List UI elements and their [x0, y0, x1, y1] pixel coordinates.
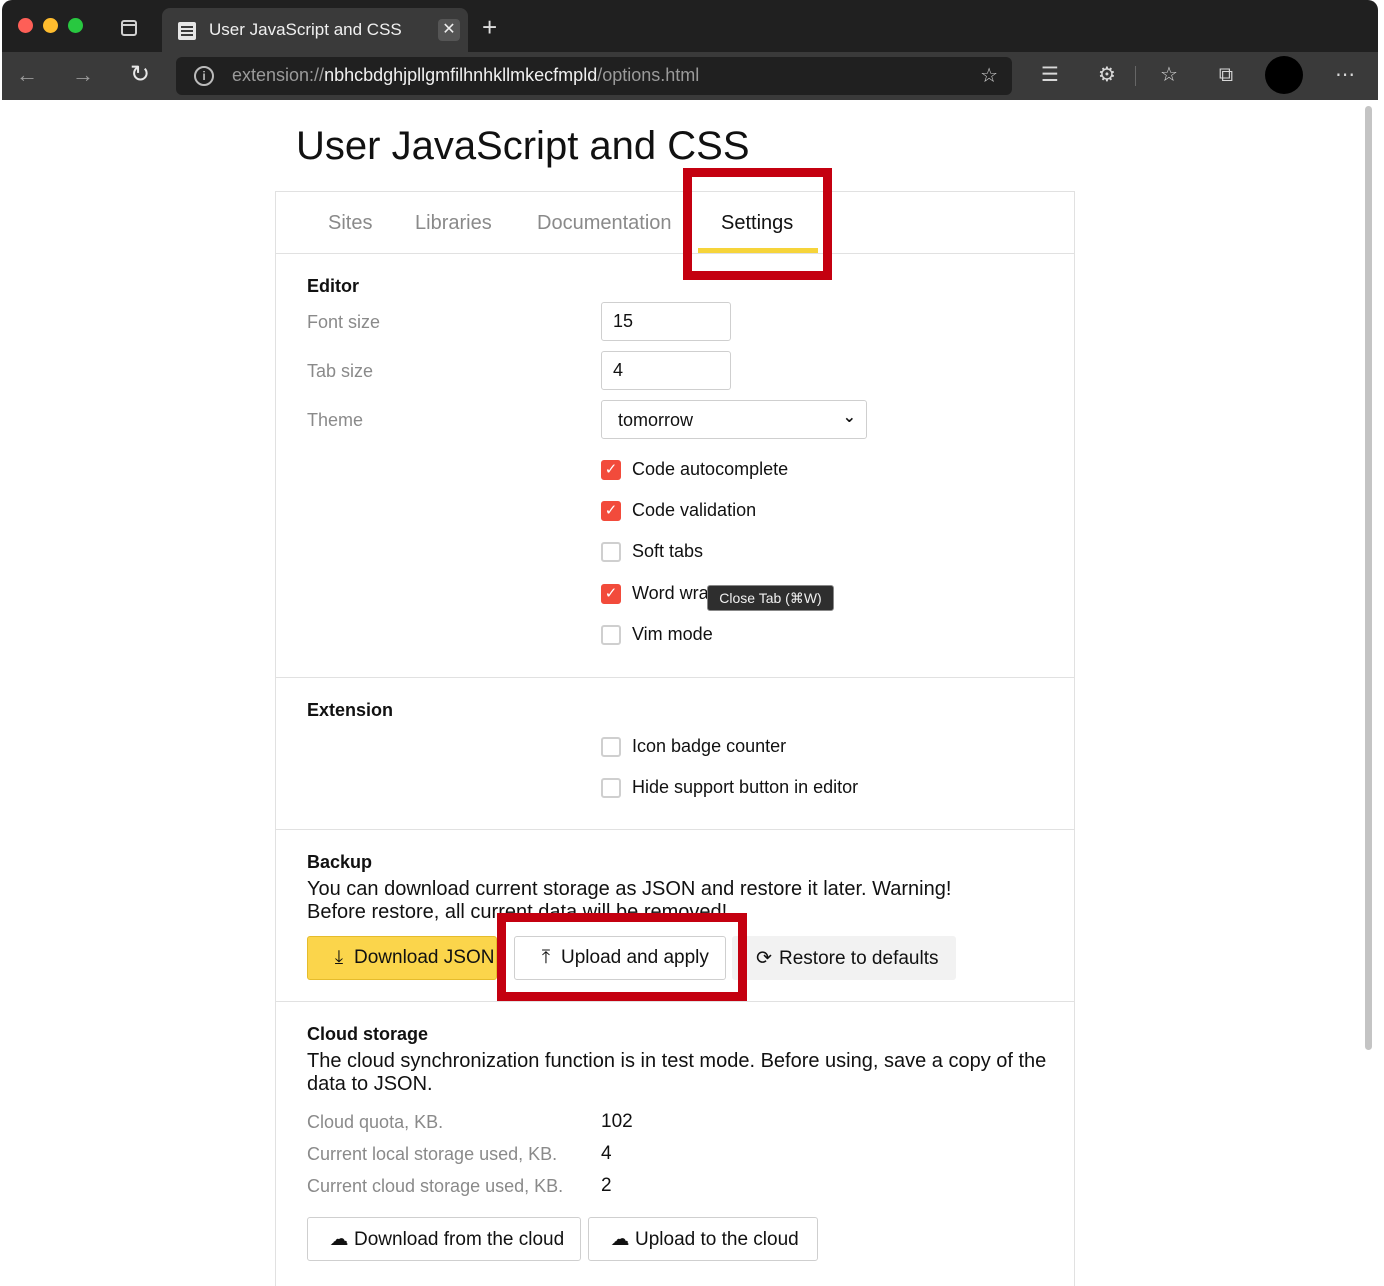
- download-from-cloud-button[interactable]: ☁ Download from the cloud: [307, 1217, 581, 1261]
- vim-mode-checkbox[interactable]: [601, 625, 621, 645]
- minimize-window-button[interactable]: [43, 18, 58, 33]
- favorite-add-icon[interactable]: ☆: [980, 63, 998, 88]
- profile-avatar[interactable]: [1265, 56, 1303, 94]
- info-icon[interactable]: i: [194, 66, 214, 86]
- cloud-description: The cloud synchronization function is in…: [307, 1050, 1047, 1095]
- local-storage-used-label: Current local storage used, KB.: [307, 1144, 558, 1164]
- backup-description-line-1: You can download current storage as JSON…: [307, 878, 952, 900]
- browser-chrome: User JavaScript and CSS ✕ + ← → ↻ i exte…: [2, 0, 1378, 100]
- local-storage-used-value: 4: [601, 1143, 612, 1164]
- browser-toolbar: ← → ↻ i extension://nbhcbdghjpllgmfilhnh…: [2, 52, 1378, 100]
- tab-actions-icon[interactable]: [118, 17, 140, 39]
- tab-size-label: Tab size: [307, 361, 374, 381]
- upload-button-highlight: [497, 913, 747, 1001]
- tab-libraries[interactable]: Libraries: [415, 212, 492, 235]
- more-icon[interactable]: ⋯: [1332, 62, 1358, 88]
- page-title: User JavaScript and CSS: [296, 124, 750, 168]
- soft-tabs-checkbox[interactable]: [601, 542, 621, 562]
- editor-section: Editor Font size 15 Tab size 4 Theme tom…: [276, 254, 1074, 678]
- toolbar-divider: [1135, 66, 1136, 86]
- restore-defaults-button[interactable]: ⟳ Restore to defaults: [732, 936, 956, 980]
- forward-icon[interactable]: →: [68, 60, 98, 90]
- address-bar[interactable]: i extension://nbhcbdghjpllgmfilhnhkllmke…: [176, 57, 1012, 95]
- back-icon[interactable]: ←: [12, 60, 42, 90]
- cloud-quota-value: 102: [601, 1111, 633, 1132]
- close-window-button[interactable]: [18, 18, 33, 33]
- browser-tab[interactable]: User JavaScript and CSS ✕: [162, 8, 468, 52]
- code-autocomplete-checkbox[interactable]: ✓: [601, 460, 621, 480]
- close-tab-tooltip: Close Tab (⌘W): [707, 585, 834, 611]
- soft-tabs-label: Soft tabs: [632, 541, 704, 561]
- tab-sites[interactable]: Sites: [328, 212, 372, 235]
- hide-support-button-checkbox[interactable]: [601, 778, 621, 798]
- scrollbar-thumb[interactable]: [1365, 106, 1372, 1050]
- maximize-window-button[interactable]: [68, 18, 83, 33]
- backup-heading: Backup: [307, 852, 373, 872]
- title-bar: User JavaScript and CSS ✕ +: [2, 0, 1378, 52]
- cloud-quota-label: Cloud quota, KB.: [307, 1112, 444, 1132]
- cloud-upload-icon: ☁: [610, 1229, 630, 1250]
- cloud-storage-heading: Cloud storage: [307, 1024, 429, 1044]
- options-tabs: Sites Libraries Documentation Settings: [276, 192, 1074, 254]
- cloud-storage-used-label: Current cloud storage used, KB.: [307, 1176, 564, 1196]
- extensions-icon[interactable]: ⚙: [1094, 62, 1120, 88]
- code-validation-checkbox[interactable]: ✓: [601, 501, 621, 521]
- hide-support-button-label: Hide support button in editor: [632, 777, 859, 797]
- chevron-down-icon: ⌄: [842, 409, 856, 426]
- vim-mode-label: Vim mode: [632, 624, 713, 644]
- settings-tab-highlight: [683, 168, 832, 280]
- favorites-icon[interactable]: ☆: [1156, 62, 1182, 88]
- icon-badge-counter-label: Icon badge counter: [632, 736, 787, 756]
- font-size-label: Font size: [307, 312, 381, 332]
- theme-select[interactable]: tomorrow ⌄: [601, 400, 867, 439]
- refresh-icon: ⟳: [756, 948, 772, 969]
- download-icon: ⤓: [334, 947, 344, 968]
- tab-documentation[interactable]: Documentation: [537, 212, 672, 235]
- theme-select-value: tomorrow: [618, 410, 694, 430]
- browser-tab-title: User JavaScript and CSS: [209, 20, 402, 39]
- font-size-input[interactable]: 15: [601, 302, 731, 341]
- new-tab-button[interactable]: +: [482, 14, 497, 40]
- code-autocomplete-label: Code autocomplete: [632, 459, 789, 479]
- cloud-storage-section: Cloud storage The cloud synchronization …: [276, 1002, 1074, 1286]
- code-validation-label: Code validation: [632, 500, 757, 520]
- icon-badge-counter-checkbox[interactable]: [601, 737, 621, 757]
- reader-icon[interactable]: ☰: [1037, 62, 1063, 88]
- extension-section: Extension Icon badge counter Hide suppor…: [276, 678, 1074, 830]
- editor-heading: Editor: [307, 276, 359, 296]
- cloud-download-icon: ☁: [329, 1229, 349, 1250]
- theme-label: Theme: [307, 410, 364, 430]
- download-json-button[interactable]: ⤓ Download JSON: [307, 936, 497, 980]
- tab-size-input[interactable]: 4: [601, 351, 731, 390]
- word-wrap-checkbox[interactable]: ✓: [601, 584, 621, 604]
- address-url[interactable]: extension://nbhcbdghjpllgmfilhnhkllmkecf…: [232, 65, 699, 86]
- extension-favicon-icon: [178, 22, 196, 40]
- page-scrollbar[interactable]: [1362, 102, 1376, 1282]
- cloud-storage-used-value: 2: [601, 1175, 612, 1196]
- collections-icon[interactable]: ⧉: [1213, 62, 1239, 88]
- reload-icon[interactable]: ↻: [125, 60, 155, 90]
- word-wrap-label: Word wra: [632, 583, 709, 603]
- upload-to-cloud-button[interactable]: ☁ Upload to the cloud: [588, 1217, 818, 1261]
- extension-heading: Extension: [307, 700, 394, 720]
- close-tab-icon[interactable]: ✕: [438, 19, 460, 41]
- settings-card: Sites Libraries Documentation Settings E…: [275, 191, 1075, 1286]
